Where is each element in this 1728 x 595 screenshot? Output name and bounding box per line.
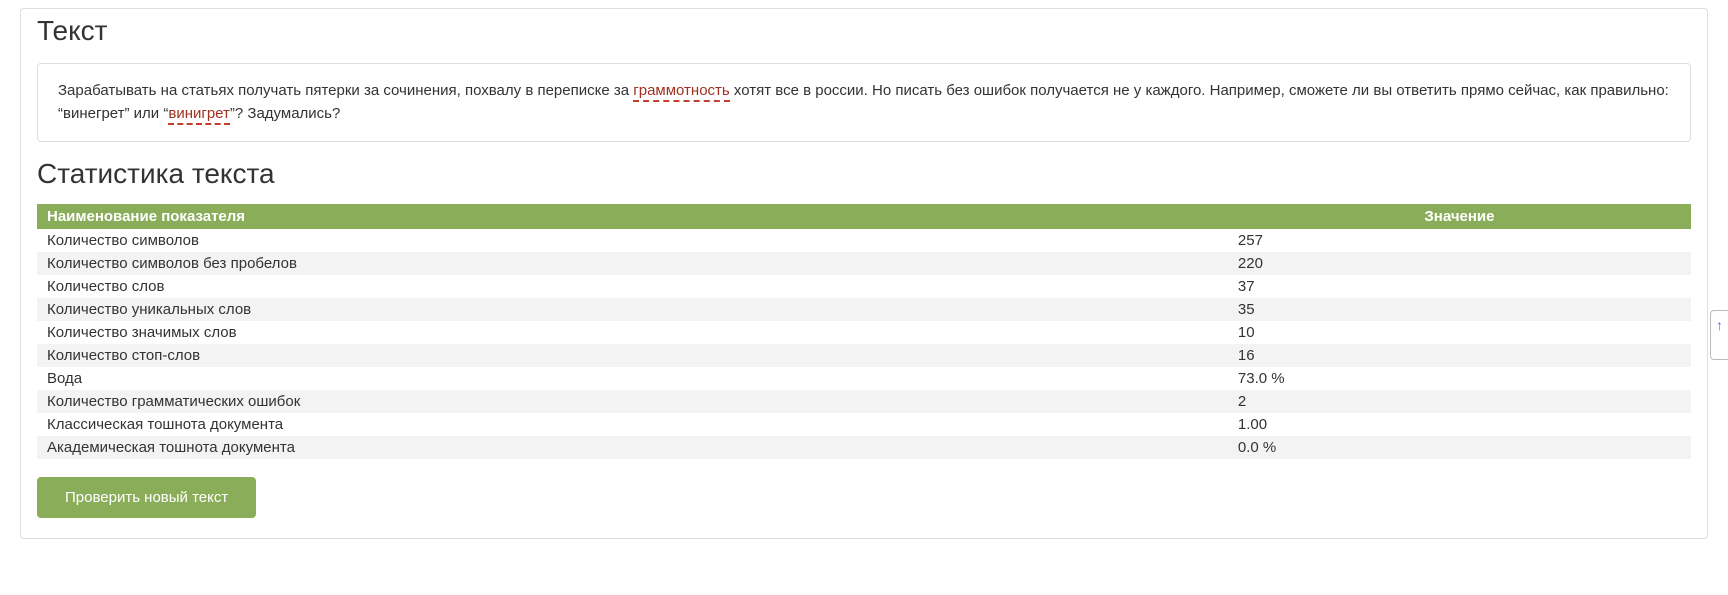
stat-name-cell: Классическая тошнота документа <box>37 413 1228 436</box>
stat-value-cell: 35 <box>1228 298 1691 321</box>
stats-table-header-row: Наименование показателя Значение <box>37 204 1691 229</box>
analyzed-text-box: Зарабатывать на статьях получать пятерки… <box>37 63 1691 142</box>
table-row: Вода73.0 % <box>37 367 1691 390</box>
stat-name-cell: Количество уникальных слов <box>37 298 1228 321</box>
text-fragment: Зарабатывать на статьях получать пятерки… <box>58 82 633 99</box>
stat-name-cell: Количество символов без пробелов <box>37 252 1228 275</box>
table-row: Количество значимых слов10 <box>37 321 1691 344</box>
text-fragment: ”? Задумались? <box>230 105 340 122</box>
table-row: Количество символов257 <box>37 229 1691 252</box>
stats-table: Наименование показателя Значение Количес… <box>37 204 1691 459</box>
stat-value-cell: 0.0 % <box>1228 436 1691 459</box>
arrow-up-icon: ↑ <box>1716 317 1723 333</box>
stat-value-cell: 37 <box>1228 275 1691 298</box>
stat-value-cell: 220 <box>1228 252 1691 275</box>
stat-value-cell: 257 <box>1228 229 1691 252</box>
table-row: Количество символов без пробелов220 <box>37 252 1691 275</box>
stats-header-value: Значение <box>1228 204 1691 229</box>
table-row: Количество стоп-слов16 <box>37 344 1691 367</box>
stat-name-cell: Количество слов <box>37 275 1228 298</box>
stat-value-cell: 2 <box>1228 390 1691 413</box>
spell-error-word[interactable]: винигрет <box>168 105 230 125</box>
stat-value-cell: 16 <box>1228 344 1691 367</box>
stat-name-cell: Количество стоп-слов <box>37 344 1228 367</box>
scroll-top-tab[interactable]: ↑ <box>1710 310 1728 360</box>
stats-header-name: Наименование показателя <box>37 204 1228 229</box>
stat-value-cell: 10 <box>1228 321 1691 344</box>
stat-name-cell: Академическая тошнота документа <box>37 436 1228 459</box>
spell-error-word[interactable]: граммотность <box>633 82 729 102</box>
table-row: Количество слов37 <box>37 275 1691 298</box>
stat-value-cell: 1.00 <box>1228 413 1691 436</box>
stats-section-heading: Статистика текста <box>37 158 1691 190</box>
table-row: Количество уникальных слов35 <box>37 298 1691 321</box>
text-section-heading: Текст <box>37 15 1691 47</box>
check-new-text-button[interactable]: Проверить новый текст <box>37 477 256 518</box>
stat-name-cell: Вода <box>37 367 1228 390</box>
table-row: Классическая тошнота документа1.00 <box>37 413 1691 436</box>
table-row: Количество грамматических ошибок2 <box>37 390 1691 413</box>
stat-name-cell: Количество символов <box>37 229 1228 252</box>
stat-value-cell: 73.0 % <box>1228 367 1691 390</box>
stat-name-cell: Количество грамматических ошибок <box>37 390 1228 413</box>
main-panel: Текст Зарабатывать на статьях получать п… <box>20 8 1708 539</box>
table-row: Академическая тошнота документа0.0 % <box>37 436 1691 459</box>
stat-name-cell: Количество значимых слов <box>37 321 1228 344</box>
